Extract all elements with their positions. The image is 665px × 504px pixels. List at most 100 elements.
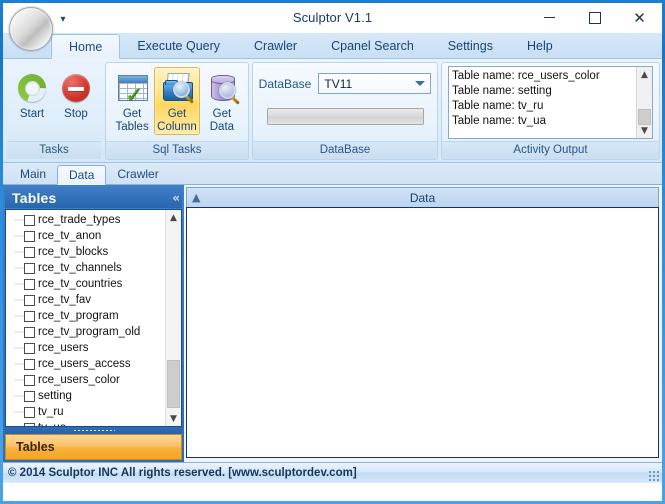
tab-home[interactable]: Home	[51, 34, 120, 59]
list-item-label: rce_tv_channels	[38, 262, 122, 274]
document-tab-strip: Main Data Crawler	[3, 163, 662, 185]
checkbox[interactable]	[24, 343, 35, 354]
table-check-icon: ✓	[115, 71, 149, 105]
tables-tree-scrollbar[interactable]: ▲ ▼	[165, 210, 181, 426]
activity-output-line: Table name: rce_users_color	[452, 69, 649, 84]
chevron-down-icon[interactable]: ▼	[166, 411, 181, 426]
checkbox[interactable]	[24, 215, 35, 226]
list-item[interactable]: tv_ru	[6, 404, 181, 420]
ribbon-group-database-label: DataBase	[253, 141, 437, 159]
activity-output-list[interactable]: Table name: rce_users_color Table name: …	[448, 66, 653, 139]
chevron-up-icon[interactable]: ▲	[166, 210, 181, 225]
list-item-label: rce_users_access	[38, 358, 131, 370]
tab-cpanel-search[interactable]: Cpanel Search	[314, 33, 431, 58]
subtab-main[interactable]: Main	[9, 164, 57, 184]
minimize-button[interactable]	[527, 3, 572, 32]
activity-output-scrollbar[interactable]: ▲ ▼	[636, 67, 652, 138]
data-panel-title: Data	[187, 191, 658, 205]
stop-button[interactable]: Stop	[56, 67, 96, 122]
checkbox[interactable]	[24, 423, 35, 428]
start-button-label: Start	[20, 108, 44, 121]
database-search-icon	[205, 71, 239, 105]
list-item[interactable]: rce_users	[6, 340, 181, 356]
resize-grip[interactable]	[647, 469, 659, 481]
list-item[interactable]: rce_tv_countries	[6, 276, 181, 292]
list-item-label: rce_tv_anon	[38, 230, 101, 242]
activity-output-line: Table name: setting	[452, 84, 649, 99]
checkbox[interactable]	[24, 231, 35, 242]
auto-hide-pin-icon[interactable]: ▲	[192, 191, 200, 204]
list-item-label: rce_trade_types	[38, 214, 120, 226]
maximize-button[interactable]	[572, 3, 617, 32]
checkbox[interactable]	[24, 391, 35, 402]
activity-output-line: Table name: tv_ua	[452, 114, 649, 129]
database-field-label: DataBase	[259, 77, 312, 91]
close-button[interactable]: ✕	[617, 3, 662, 32]
data-grid-surface[interactable]	[186, 207, 659, 458]
ribbon-group-tasks-body: Start Stop	[7, 63, 101, 141]
list-item[interactable]: rce_tv_anon	[6, 228, 181, 244]
list-item[interactable]: setting	[6, 388, 181, 404]
ribbon: Start Stop Tasks	[3, 59, 662, 163]
list-item[interactable]: rce_tv_program_old	[6, 324, 181, 340]
list-item-label: tv_ua	[38, 422, 66, 427]
ribbon-group-sql-tasks-body: ✓ Get Tables Get Column	[106, 63, 248, 141]
checkbox[interactable]	[24, 407, 35, 418]
status-bar: © 2014 Sculptor INC All rights reserved.…	[3, 462, 662, 483]
list-item[interactable]: rce_users_access	[6, 356, 181, 372]
chevron-down-icon[interactable]: ▾	[57, 14, 69, 26]
content-area: Tables « rce_trade_types rce_tv_anon rce…	[3, 185, 662, 462]
get-data-button[interactable]: Get Data	[202, 67, 242, 135]
get-tables-button[interactable]: ✓ Get Tables	[112, 67, 152, 135]
tab-crawler[interactable]: Crawler	[237, 33, 314, 58]
tab-execute-query[interactable]: Execute Query	[120, 33, 237, 58]
application-window: Sculptor V1.1 ✕ ▾ Home Execute Query Cra…	[0, 0, 665, 504]
tables-panel-caption: Tables «	[5, 187, 182, 208]
database-combobox-value: TV11	[324, 77, 352, 91]
ribbon-group-tasks-label: Tasks	[7, 141, 101, 159]
list-item[interactable]: rce_trade_types	[6, 212, 181, 228]
list-item[interactable]: rce_tv_fav	[6, 292, 181, 308]
database-combobox[interactable]: TV11	[318, 73, 431, 94]
list-item[interactable]: tv_ua	[6, 420, 181, 427]
checkbox[interactable]	[24, 247, 35, 258]
double-chevron-left-icon[interactable]: «	[172, 191, 178, 205]
checkbox[interactable]	[24, 279, 35, 290]
list-item-label: rce_users	[38, 342, 89, 354]
list-item[interactable]: rce_users_color	[6, 372, 181, 388]
list-item-label: rce_tv_program	[38, 310, 119, 322]
list-item[interactable]: rce_tv_blocks	[6, 244, 181, 260]
list-item[interactable]: rce_tv_channels	[6, 260, 181, 276]
list-item-label: rce_tv_fav	[38, 294, 91, 306]
database-selector-row: DataBase TV11	[259, 67, 432, 94]
panel-splitter[interactable]	[5, 427, 182, 434]
subtab-data[interactable]: Data	[57, 165, 106, 185]
checkbox[interactable]	[24, 359, 35, 370]
get-column-label-line1: Get	[168, 108, 187, 121]
tab-help[interactable]: Help	[510, 33, 570, 58]
subtab-crawler[interactable]: Crawler	[106, 164, 169, 184]
tab-settings[interactable]: Settings	[431, 33, 510, 58]
tables-nav-button[interactable]: Tables	[5, 434, 182, 460]
chevron-down-icon	[415, 81, 425, 86]
ribbon-group-activity-output: Table name: rce_users_color Table name: …	[441, 62, 660, 160]
checkbox[interactable]	[24, 375, 35, 386]
chevron-down-icon[interactable]: ▼	[637, 123, 652, 138]
start-button[interactable]: Start	[12, 67, 52, 122]
scrollbar-thumb[interactable]	[167, 360, 180, 408]
tables-tree[interactable]: rce_trade_types rce_tv_anon rce_tv_block…	[5, 209, 182, 427]
ribbon-tab-strip: Home Execute Query Crawler Cpanel Search…	[3, 33, 662, 59]
window-inner: Sculptor V1.1 ✕ ▾ Home Execute Query Cra…	[3, 3, 662, 501]
window-controls: ✕	[527, 3, 662, 32]
checkbox[interactable]	[24, 295, 35, 306]
list-item[interactable]: rce_tv_program	[6, 308, 181, 324]
checkbox[interactable]	[24, 327, 35, 338]
checkbox[interactable]	[24, 311, 35, 322]
ribbon-group-tasks: Start Stop Tasks	[6, 62, 102, 160]
tables-panel-title: Tables	[12, 190, 57, 206]
app-orb-icon[interactable]	[9, 7, 53, 51]
checkbox[interactable]	[24, 263, 35, 274]
get-column-button[interactable]: Get Column	[154, 67, 200, 135]
chevron-up-icon[interactable]: ▲	[637, 67, 652, 82]
ribbon-group-activity-output-body: Table name: rce_users_color Table name: …	[442, 63, 659, 141]
